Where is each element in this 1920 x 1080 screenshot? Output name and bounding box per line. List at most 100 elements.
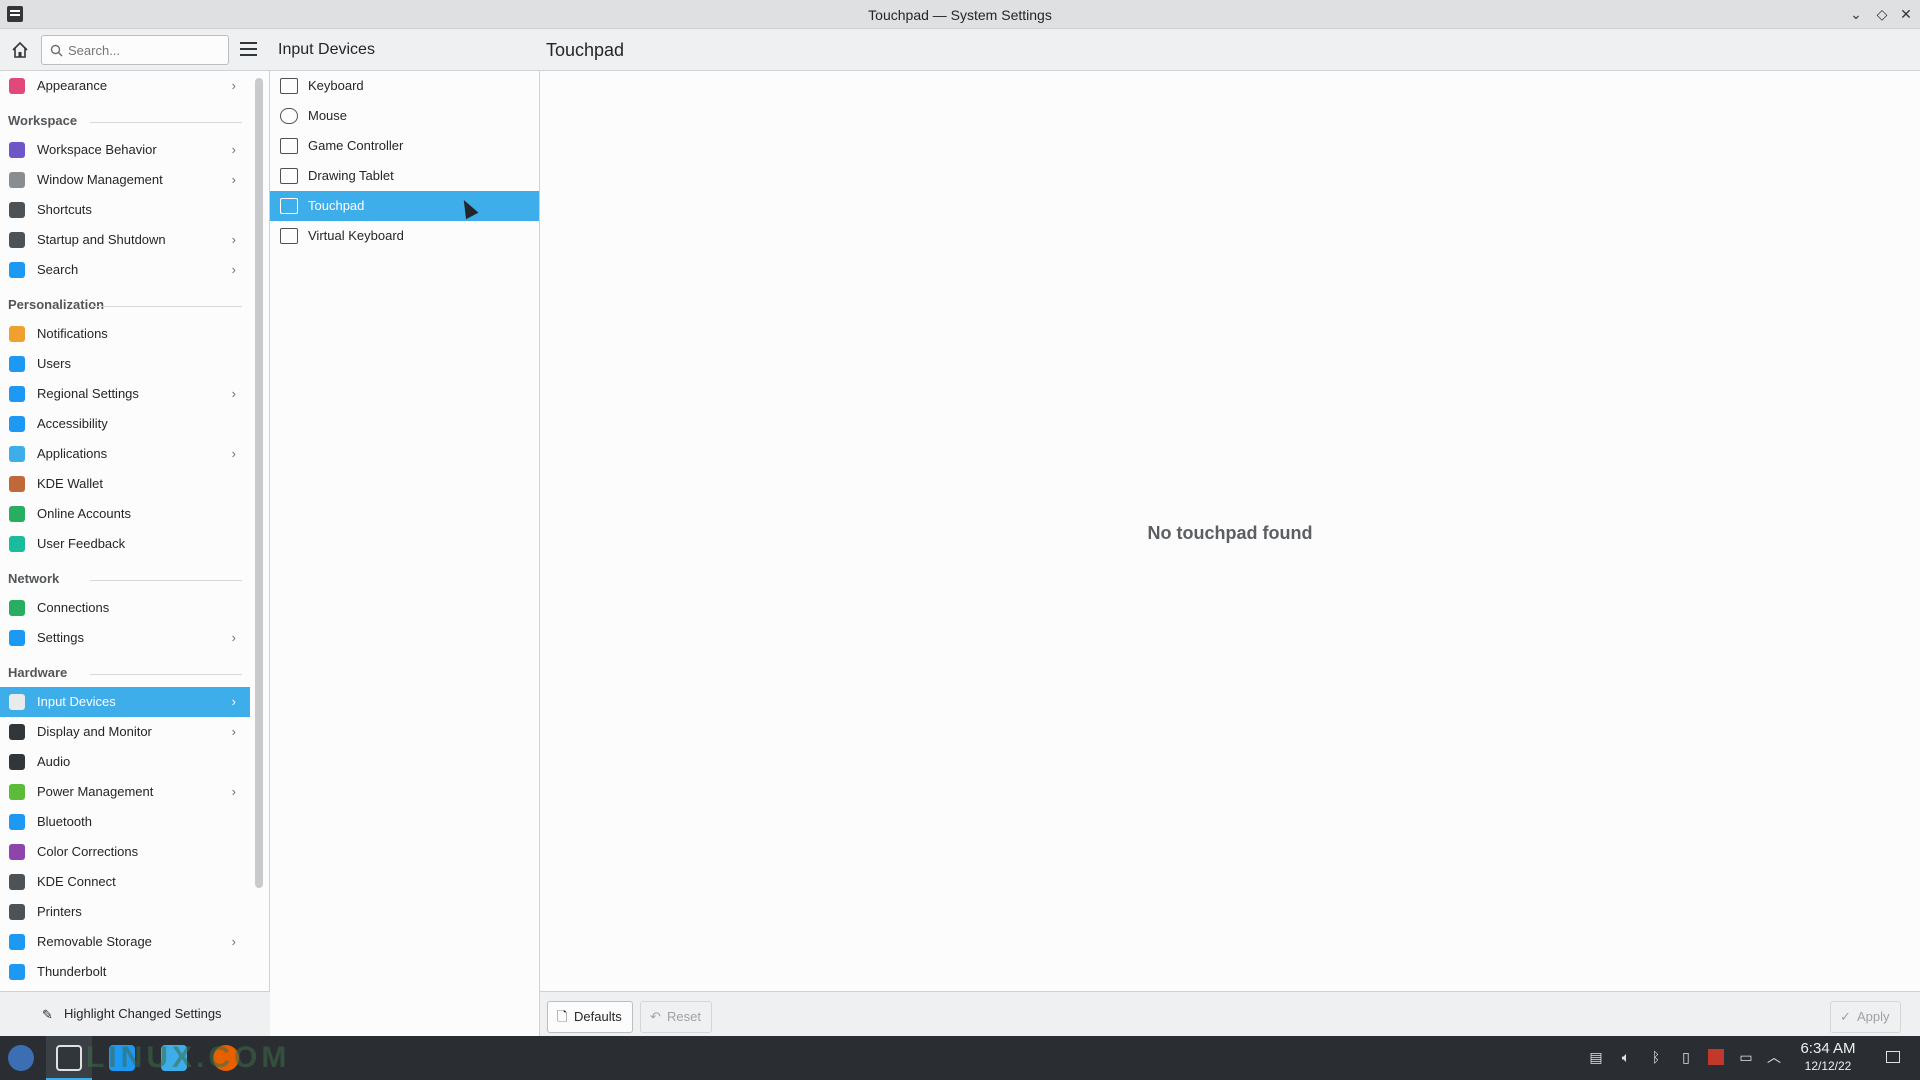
sidebar-item-window-management[interactable]: Window Management ›	[0, 165, 250, 195]
show-desktop-icon[interactable]	[1886, 1051, 1900, 1063]
device-item-keyboard[interactable]: Keyboard	[270, 71, 539, 101]
chevron-right-icon: ›	[231, 262, 236, 277]
sidebar-item-label: Bluetooth	[37, 814, 92, 829]
sidebar-item-power-management[interactable]: Power Management ›	[0, 777, 250, 807]
clock-time: 6:34 AM	[1800, 1040, 1856, 1057]
chevron-right-icon: ›	[231, 78, 236, 93]
clipboard-icon[interactable]: ▤	[1588, 1049, 1604, 1065]
minimize-button[interactable]: ⌄	[1847, 5, 1865, 23]
system-settings-task-icon[interactable]	[56, 1045, 82, 1071]
device-item-label: Mouse	[308, 108, 348, 123]
regional-icon	[9, 386, 25, 402]
defaults-label: Defaults	[574, 1009, 622, 1024]
sidebar-item-kde-connect[interactable]: KDE Connect	[0, 867, 250, 897]
sidebar-item-applications[interactable]: Applications ›	[0, 439, 250, 469]
applications-icon	[9, 446, 25, 462]
sidebar-item-label: Accessibility	[37, 416, 108, 431]
globe-icon	[9, 600, 25, 616]
tray-expand-icon[interactable]: ︿	[1766, 1049, 1782, 1065]
fedora-launcher-icon[interactable]	[8, 1045, 34, 1071]
close-button[interactable]: ✕	[1897, 5, 1915, 23]
sidebar-item-label: Power Management	[37, 784, 154, 799]
sidebar-item-label: Applications	[37, 446, 108, 461]
sidebar-item-user-feedback[interactable]: User Feedback	[0, 529, 250, 559]
sidebar-item-settings[interactable]: Settings ›	[0, 623, 250, 653]
watermark-text: LINUX.COM	[86, 1041, 291, 1074]
device-item-label: Touchpad	[308, 198, 365, 213]
subpanel-title: Input Devices	[278, 41, 375, 58]
hamburger-menu-button[interactable]	[240, 42, 257, 56]
chevron-right-icon: ›	[231, 694, 236, 709]
undo-icon: ↶	[650, 1009, 661, 1024]
sidebar-item-label: User Feedback	[37, 536, 126, 551]
main-header: Touchpad	[540, 29, 1920, 71]
volume-icon[interactable]: 🔈︎	[1618, 1049, 1634, 1065]
sidebar-item-shortcuts[interactable]: Shortcuts	[0, 195, 250, 225]
sidebar-item-notifications[interactable]: Notifications	[0, 319, 250, 349]
printer-icon	[9, 904, 25, 920]
sidebar-item-display-and-monitor[interactable]: Display and Monitor ›	[0, 717, 250, 747]
pencil-icon: ✎	[42, 1007, 53, 1022]
home-icon[interactable]	[10, 40, 30, 60]
window-titlebar: Touchpad — System Settings ⌄ ◇ ✕	[0, 0, 1920, 29]
maximize-button[interactable]: ◇	[1873, 5, 1891, 23]
phone-icon	[9, 874, 25, 890]
sidebar-item-workspace-behavior[interactable]: Workspace Behavior ›	[0, 135, 250, 165]
bluetooth-tray-icon[interactable]: ᛒ	[1648, 1049, 1664, 1065]
device-item-drawing-tablet[interactable]: Drawing Tablet	[270, 161, 539, 191]
search-icon	[9, 262, 25, 278]
main-footer: 🗋 Defaults ↶ Reset ✓ Apply	[540, 991, 1920, 1036]
touchpad-icon	[280, 198, 298, 214]
sidebar-item-online-accounts[interactable]: Online Accounts	[0, 499, 250, 529]
sidebar-footer: ✎ Highlight Changed Settings	[0, 991, 270, 1036]
network-settings-icon	[9, 630, 25, 646]
sidebar-item-thunderbolt[interactable]: Thunderbolt	[0, 957, 250, 987]
device-item-game-controller[interactable]: Game Controller	[270, 131, 539, 161]
keyboard-layout-flag-icon[interactable]	[1708, 1049, 1724, 1065]
sidebar-item-kde-wallet[interactable]: KDE Wallet	[0, 469, 250, 499]
kde-connect-tray-icon[interactable]: ▯	[1678, 1049, 1694, 1065]
highlight-changed-settings-button[interactable]: Highlight Changed Settings	[64, 1006, 222, 1021]
sidebar-scrollbar[interactable]	[255, 78, 263, 888]
sidebar-item-removable-storage[interactable]: Removable Storage ›	[0, 927, 250, 957]
sidebar-item-accessibility[interactable]: Accessibility	[0, 409, 250, 439]
appearance-icon	[9, 78, 25, 94]
sidebar-item-connections[interactable]: Connections	[0, 593, 250, 623]
network-tray-icon[interactable]: ▭	[1738, 1049, 1754, 1065]
sidebar-item-color-corrections[interactable]: Color Corrections	[0, 837, 250, 867]
reset-label: Reset	[667, 1009, 701, 1024]
sidebar-item-printers[interactable]: Printers	[0, 897, 250, 927]
search-field[interactable]	[41, 35, 229, 65]
reset-button[interactable]: ↶ Reset	[640, 1001, 712, 1033]
defaults-button[interactable]: 🗋 Defaults	[547, 1001, 633, 1033]
clock[interactable]: 6:34 AM 12/12/22	[1796, 1040, 1860, 1073]
sidebar-item-audio[interactable]: Audio	[0, 747, 250, 777]
bell-icon	[9, 326, 25, 342]
empty-state-message: No touchpad found	[1147, 523, 1313, 543]
sidebar-item-bluetooth[interactable]: Bluetooth	[0, 807, 250, 837]
chevron-right-icon: ›	[231, 386, 236, 401]
sidebar: Appearance›WorkspaceWorkspace Behavior›W…	[0, 29, 270, 1036]
device-item-mouse[interactable]: Mouse	[270, 101, 539, 131]
sidebar-item-input-devices[interactable]: Input Devices ›	[0, 687, 250, 717]
sidebar-item-appearance[interactable]: Appearance ›	[0, 71, 250, 101]
chevron-right-icon: ›	[231, 784, 236, 799]
accessibility-icon	[9, 416, 25, 432]
device-item-label: Virtual Keyboard	[308, 228, 404, 243]
device-item-virtual-keyboard[interactable]: Virtual Keyboard	[270, 221, 539, 251]
power-icon	[9, 784, 25, 800]
sidebar-item-startup-and-shutdown[interactable]: Startup and Shutdown ›	[0, 225, 250, 255]
online-accounts-icon	[9, 506, 25, 522]
search-icon	[50, 44, 63, 57]
sidebar-item-label: Users	[37, 356, 71, 371]
device-item-touchpad[interactable]: Touchpad	[270, 191, 539, 221]
chevron-right-icon: ›	[231, 232, 236, 247]
sidebar-item-regional-settings[interactable]: Regional Settings ›	[0, 379, 250, 409]
sidebar-item-search[interactable]: Search ›	[0, 255, 250, 285]
sidebar-item-label: Startup and Shutdown	[37, 232, 166, 247]
input-devices-list: Keyboard Mouse Game Controller Drawing Tabl…	[270, 71, 539, 251]
sidebar-item-users[interactable]: Users	[0, 349, 250, 379]
search-input[interactable]	[68, 42, 218, 58]
apply-button[interactable]: ✓ Apply	[1830, 1001, 1901, 1033]
sidebar-item-label: Regional Settings	[37, 386, 139, 401]
